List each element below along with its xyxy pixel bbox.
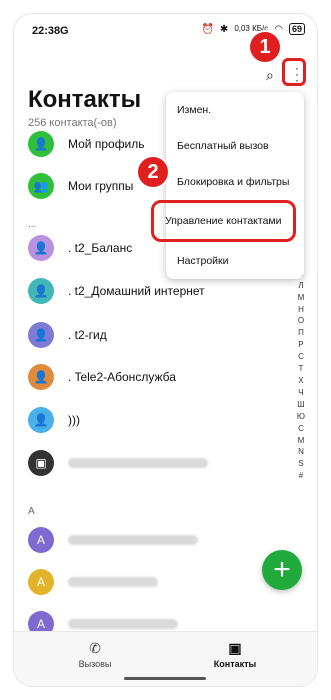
phone-icon: ✆ bbox=[89, 640, 101, 656]
menu-item-edit[interactable]: Измен. bbox=[166, 92, 304, 128]
list-item[interactable]: 👤 . t2-гид bbox=[28, 321, 107, 349]
contact-name: . t2-гид bbox=[68, 328, 107, 342]
list-item[interactable]: 👤 ))) bbox=[28, 406, 80, 434]
bluetooth-icon: ✱ bbox=[219, 23, 229, 35]
wifi-icon: ◠ bbox=[274, 23, 283, 35]
blurred-name bbox=[68, 619, 178, 629]
list-item-my-profile[interactable]: 👤 Мой профиль bbox=[28, 130, 145, 158]
menu-item-free-call[interactable]: Бесплатный вызов bbox=[166, 128, 304, 164]
status-time: 22:38 bbox=[32, 25, 61, 37]
person-icon: 👤 bbox=[28, 322, 54, 348]
tab-label: Вызовы bbox=[78, 659, 112, 669]
letter-avatar: А bbox=[28, 527, 54, 553]
more-options-button[interactable]: · · · bbox=[282, 58, 306, 86]
bottom-navigation: ✆ Вызовы ▣ Контакты bbox=[14, 631, 317, 686]
more-vertical-icon: · · · bbox=[295, 61, 299, 87]
person-icon: 👤 bbox=[28, 278, 54, 304]
contact-name: ))) bbox=[68, 413, 80, 427]
letter-avatar: А bbox=[28, 569, 54, 595]
contact-name: . t2_Домашний интернет bbox=[68, 284, 205, 298]
contact-name: Мои группы bbox=[68, 179, 134, 193]
home-indicator bbox=[124, 677, 206, 680]
menu-item-block-filters[interactable]: Блокировка и фильтры bbox=[166, 164, 304, 200]
person-icon: 👤 bbox=[28, 364, 54, 390]
phone-screen: 22:38 G ⏰ ✱ 0,03 КБ/с ◠ 69 ⌕ · · · Контакт… bbox=[14, 14, 317, 686]
add-contact-button[interactable]: + bbox=[262, 550, 302, 590]
section-header: А bbox=[28, 506, 35, 517]
person-icon: 👤 bbox=[28, 407, 54, 433]
tab-calls[interactable]: ✆ Вызовы bbox=[60, 640, 130, 669]
step-badge-1: 1 bbox=[250, 32, 280, 62]
list-item[interactable]: А bbox=[28, 526, 198, 554]
person-icon: 👤 bbox=[28, 131, 54, 157]
contact-count: 256 контакта(-ов) bbox=[28, 117, 117, 129]
alphabet-index[interactable]: Ц И К Л М Н О П Р С Т Х Ч Ш Ю С M N S # bbox=[297, 244, 305, 482]
blurred-name bbox=[68, 577, 158, 587]
contact-name: . Tele2-Абонслужба bbox=[68, 370, 176, 384]
blurred-name bbox=[68, 458, 208, 468]
list-item[interactable]: 👤 . Tele2-Абонслужба bbox=[28, 363, 176, 391]
google-icon: G bbox=[60, 25, 69, 37]
tab-label: Контакты bbox=[213, 659, 257, 669]
search-icon[interactable]: ⌕ bbox=[266, 67, 274, 84]
page-title: Контакты bbox=[28, 86, 142, 113]
step-badge-2: 2 bbox=[138, 157, 168, 187]
tab-contacts[interactable]: ▣ Контакты bbox=[200, 640, 270, 669]
contact-name: Мой профиль bbox=[68, 137, 145, 151]
section-header: ... bbox=[28, 219, 37, 230]
photo-avatar: ▣ bbox=[28, 450, 54, 476]
blurred-name bbox=[68, 535, 198, 545]
list-item[interactable]: 👤 . t2_Баланс bbox=[28, 234, 132, 262]
list-item[interactable]: ▣ bbox=[28, 449, 208, 477]
list-item[interactable]: 👤 . t2_Домашний интернет bbox=[28, 277, 205, 305]
group-icon: 👥 bbox=[28, 173, 54, 199]
status-icons: ⏰ ✱ 0,03 КБ/с ◠ 69 bbox=[201, 23, 305, 35]
menu-item-settings[interactable]: Настройки bbox=[166, 243, 304, 279]
list-item[interactable]: А bbox=[28, 568, 158, 596]
list-item-my-groups[interactable]: 👥 Мои группы bbox=[28, 172, 133, 200]
alarm-icon: ⏰ bbox=[201, 23, 214, 35]
overflow-menu: Измен. Бесплатный вызов Блокировка и фил… bbox=[151, 92, 304, 279]
person-icon: 👤 bbox=[28, 235, 54, 261]
battery-indicator: 69 bbox=[288, 23, 305, 35]
contact-book-icon: ▣ bbox=[228, 640, 242, 656]
menu-item-manage-contacts[interactable]: Управление контактами bbox=[151, 200, 296, 242]
contact-name: . t2_Баланс bbox=[68, 241, 133, 255]
